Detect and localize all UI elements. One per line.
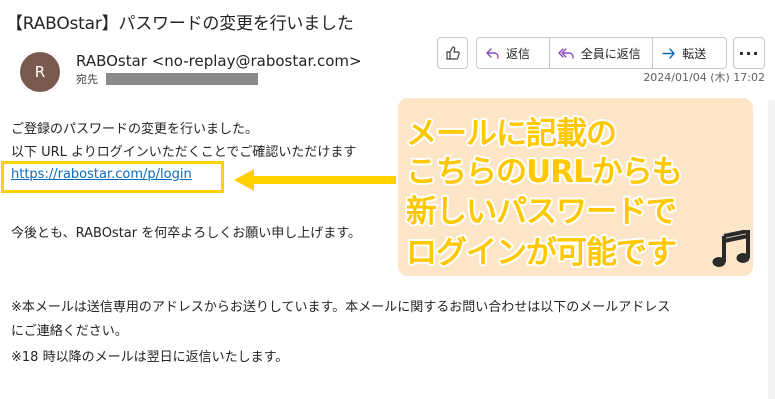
- sender-avatar[interactable]: R: [20, 52, 60, 92]
- callout-line-4: ログインが可能です: [406, 235, 677, 271]
- more-dots-icon: ...: [738, 40, 760, 59]
- reply-toolbar: 返信 全員に返信 転送: [476, 37, 727, 69]
- reply-icon: [486, 47, 499, 59]
- sender-name[interactable]: RABOstar <no-replay@rabostar.com>: [76, 52, 362, 70]
- redacted-recipient: [106, 73, 258, 85]
- email-subject: 【RABOstar】パスワードの変更を行いました: [6, 14, 354, 34]
- body-line-1: ご登録のパスワードの変更を行いました。: [11, 122, 259, 137]
- music-note-icon: [712, 230, 750, 267]
- pointer-arrow: [234, 169, 396, 191]
- forward-icon: [662, 47, 675, 59]
- scrollbar[interactable]: [768, 100, 775, 399]
- avatar-initial: R: [34, 63, 46, 81]
- notice-line-1: ※本メールは送信専用のアドレスからお送りしています。本メールに関するお問い合わせ…: [11, 300, 671, 315]
- reply-label: 返信: [506, 46, 531, 61]
- recipient-row: 宛先: [76, 72, 258, 86]
- forward-label: 転送: [682, 46, 707, 61]
- reply-button[interactable]: 返信: [477, 38, 549, 68]
- reply-all-label: 全員に返信: [580, 46, 641, 61]
- reply-all-icon: [558, 47, 574, 59]
- notice-line-3: ※18 時以降のメールは翌日に返信いたします。: [11, 350, 289, 365]
- like-button[interactable]: [437, 37, 468, 69]
- callout-line-3: 新しいパスワードで: [406, 194, 677, 230]
- forward-button[interactable]: 転送: [652, 38, 726, 68]
- to-label: 宛先: [76, 73, 98, 86]
- notice-line-2: にご連絡ください。: [11, 324, 128, 339]
- body-line-2: 以下 URL よりログインいただくことでご確認いただけます: [11, 145, 357, 160]
- login-link[interactable]: https://rabostar.com/p/login: [11, 167, 192, 182]
- body-line-3: 今後とも、RABOstar を何卒よろしくお願い申し上げます。: [11, 226, 361, 241]
- email-date: 2024/01/04 (木) 17:02: [643, 71, 765, 84]
- thumbs-up-icon: [445, 46, 460, 60]
- callout-line-2: こちらのURLからも: [406, 154, 683, 190]
- reply-all-button[interactable]: 全員に返信: [548, 38, 653, 68]
- more-actions-button[interactable]: ...: [733, 37, 765, 69]
